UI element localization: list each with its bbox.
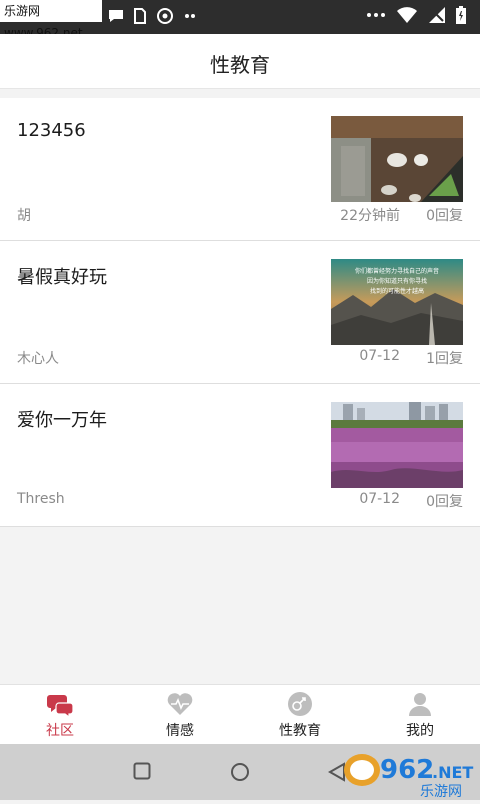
post-author: 胡 — [17, 208, 31, 224]
post-replies: 0回复 — [426, 208, 463, 224]
list-item[interactable]: 暑假真好玩 你们都曾经努力寻找自己的声音 因为你知道只有你寻找 找到的可能性才越… — [0, 241, 480, 384]
post-thumbnail[interactable] — [331, 116, 463, 202]
post-time: 22分钟前 — [340, 208, 400, 224]
post-thumbnail[interactable]: 你们都曾经努力寻找自己的声音 因为你知道只有你寻找 找到的可能性才越高 — [331, 259, 463, 345]
bottom-tab-bar: 社区 情感 性教育 我的 — [0, 684, 480, 745]
post-replies: 1回复 — [426, 351, 463, 367]
more-icon — [185, 14, 195, 18]
svg-text:找到的可能性才越高: 找到的可能性才越高 — [370, 287, 424, 295]
watermark-number: 962 — [380, 755, 434, 785]
page-header: 性教育 — [0, 34, 480, 89]
tab-community[interactable]: 社区 — [0, 685, 120, 745]
watermark-top: 乐游网 www.962.net — [0, 0, 102, 40]
person-icon — [409, 693, 431, 716]
tab-label: 性教育 — [279, 723, 321, 739]
sim-icon — [134, 8, 146, 24]
post-title: 爱你一万年 — [17, 410, 107, 431]
tab-label: 我的 — [406, 723, 434, 739]
status-left-icons — [108, 7, 196, 25]
wifi-icon — [397, 7, 417, 23]
tab-mine[interactable]: 我的 — [360, 685, 480, 745]
status-bar: 乐游网 www.962.net — [0, 0, 480, 40]
watermark-text: 乐游网 — [420, 784, 462, 800]
post-author: Thresh — [17, 491, 65, 507]
tab-sex-education[interactable]: 性教育 — [240, 685, 360, 745]
tab-label: 社区 — [46, 723, 74, 739]
home-icon[interactable] — [230, 762, 250, 782]
mountain-photo: 你们都曾经努力寻找自己的声音 因为你知道只有你寻找 找到的可能性才越高 — [331, 259, 463, 345]
page-title: 性教育 — [210, 53, 270, 77]
post-thumbnail[interactable] — [331, 402, 463, 488]
post-author: 木心人 — [17, 351, 59, 367]
post-replies: 0回复 — [426, 494, 463, 510]
message-icon — [109, 10, 123, 22]
app-icon — [157, 8, 173, 24]
watermark-logo: 962 .NET 乐游网 — [340, 748, 480, 800]
status-right-icons — [366, 6, 466, 24]
overflow-dots-icon — [367, 13, 385, 17]
watermark-suffix: .NET — [432, 763, 473, 782]
post-time: 07-12 — [359, 348, 400, 364]
battery-icon — [456, 6, 466, 24]
heartbeat-icon — [167, 693, 193, 715]
recent-apps-icon[interactable] — [133, 762, 151, 780]
svg-text:因为你知道只有你寻找: 因为你知道只有你寻找 — [367, 277, 427, 285]
post-title: 123456 — [17, 120, 86, 141]
post-title: 暑假真好玩 — [17, 267, 107, 288]
no-signal-icon — [429, 7, 445, 23]
tab-emotion[interactable]: 情感 — [120, 685, 240, 745]
list-item[interactable]: 爱你一万年 Thresh 07-12 0回复 — [0, 384, 480, 527]
tab-label: 情感 — [166, 723, 194, 739]
flower-field-photo — [331, 402, 463, 488]
svg-text:你们都曾经努力寻找自己的声音: 你们都曾经努力寻找自己的声音 — [355, 267, 439, 275]
chat-bubbles-icon — [47, 695, 73, 717]
post-time: 07-12 — [359, 491, 400, 507]
post-list: 123456 胡 22分钟前 0回复 暑假真好玩 你们都曾经努力寻找自己的声音 … — [0, 98, 480, 527]
cafe-photo — [331, 116, 463, 202]
list-item[interactable]: 123456 胡 22分钟前 0回复 — [0, 98, 480, 241]
gender-icon — [288, 692, 312, 716]
